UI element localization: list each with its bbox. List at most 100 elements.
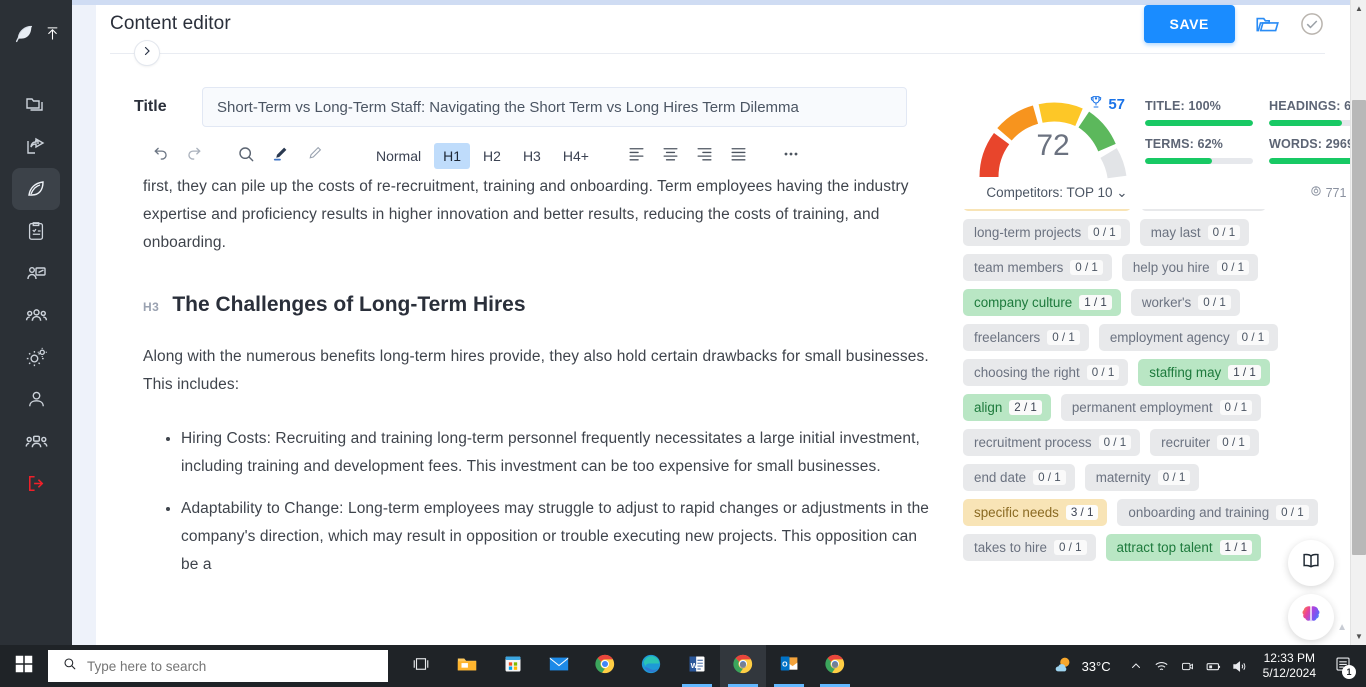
- editor-toolbar: Normal H1 H2 H3 H4+: [96, 127, 951, 175]
- keyword-count: 0 / 1: [1217, 435, 1250, 450]
- style-h2[interactable]: H2: [474, 143, 510, 169]
- mail-button[interactable]: [536, 645, 582, 687]
- keyword-count: 1 / 1: [1219, 540, 1253, 555]
- sidebar-item-share[interactable]: [12, 126, 60, 168]
- weather-temperature: 33°C: [1081, 658, 1111, 674]
- sidebar-item-media[interactable]: [12, 252, 60, 294]
- file-explorer-icon: [456, 653, 478, 680]
- trophy-icon: [1088, 94, 1104, 115]
- keyword-tag-cut-2[interactable]: [1141, 209, 1266, 211]
- competitors-dropdown[interactable]: Competitors: TOP 10 ⌄: [967, 185, 1147, 201]
- keyword-tag[interactable]: help you hire 0 / 1: [1121, 254, 1259, 281]
- trophy-value: 57: [1108, 96, 1125, 113]
- redo-button[interactable]: [177, 141, 211, 171]
- chrome-button[interactable]: [582, 645, 628, 687]
- undo-button[interactable]: [143, 141, 177, 171]
- keyword-tag[interactable]: attract top talent 1 / 1: [1105, 534, 1262, 561]
- task-view-button[interactable]: [398, 645, 444, 687]
- chrome-2-button[interactable]: [812, 645, 858, 687]
- keyword-tag[interactable]: choosing the right 0 / 1: [963, 359, 1129, 386]
- guide-button[interactable]: [1288, 540, 1334, 586]
- keyword-tag[interactable]: staffing may 1 / 1: [1138, 359, 1270, 386]
- window-scrollbar[interactable]: ▲ ▼: [1350, 0, 1366, 645]
- show-hidden-icons-button[interactable]: [1123, 645, 1149, 687]
- wifi-icon[interactable]: [1149, 645, 1175, 687]
- chrome-active-button[interactable]: [720, 645, 766, 687]
- screen: Content editor SAVE Title Short-Term vs …: [0, 0, 1366, 687]
- more-options-button[interactable]: [774, 141, 808, 171]
- style-h1[interactable]: H1: [434, 143, 471, 169]
- start-button[interactable]: [0, 645, 48, 687]
- scroll-up-button[interactable]: ▲: [1351, 0, 1366, 17]
- style-normal[interactable]: Normal: [367, 143, 430, 169]
- outlook-button[interactable]: O: [766, 645, 812, 687]
- weather-widget[interactable]: 33°C: [1051, 654, 1123, 679]
- check-circle-icon[interactable]: [1299, 11, 1325, 37]
- word-button[interactable]: W: [674, 645, 720, 687]
- align-left-icon: [627, 144, 646, 168]
- sidebar-item-projects[interactable]: [12, 84, 60, 126]
- sidebar-item-audience[interactable]: [12, 294, 60, 336]
- feather-logo-icon[interactable]: [13, 23, 35, 50]
- file-explorer-button[interactable]: [444, 645, 490, 687]
- align-right-button[interactable]: [688, 141, 722, 171]
- keyword-tag[interactable]: company culture 1 / 1: [963, 289, 1121, 316]
- keyword-tag[interactable]: team members 0 / 1: [963, 254, 1112, 281]
- keyword-tag[interactable]: worker's 0 / 1: [1130, 289, 1240, 316]
- keyword-tag[interactable]: takes to hire 0 / 1: [963, 534, 1096, 561]
- title-input[interactable]: [202, 87, 907, 127]
- heading-level-tag: H3: [143, 300, 160, 314]
- marker-button[interactable]: [263, 141, 297, 171]
- volume-icon[interactable]: [1227, 645, 1253, 687]
- camera-icon[interactable]: [1175, 645, 1201, 687]
- taskbar-search[interactable]: [48, 650, 388, 682]
- keyword-tag[interactable]: align 2 / 1: [963, 394, 1051, 421]
- keyword-count: 0 / 1: [1098, 435, 1132, 450]
- notifications-button[interactable]: 1: [1326, 645, 1360, 687]
- microsoft-store-button[interactable]: [490, 645, 536, 687]
- keyword-tag[interactable]: maternity 0 / 1: [1084, 464, 1200, 491]
- keyword-tag[interactable]: specific needs 3 / 1: [963, 499, 1108, 526]
- sidebar-item-settings[interactable]: [12, 336, 60, 378]
- keyword-tag[interactable]: permanent employment 0 / 1: [1060, 394, 1262, 421]
- ai-assistant-button[interactable]: [1288, 594, 1334, 640]
- keyword-count: 0 / 1: [1157, 470, 1191, 485]
- keyword-count: 0 / 1: [1216, 260, 1250, 275]
- search-input[interactable]: [87, 658, 337, 674]
- folder-open-icon[interactable]: [1253, 11, 1281, 37]
- sidebar-item-tasks[interactable]: [12, 210, 60, 252]
- sidebar-item-team[interactable]: [12, 420, 60, 462]
- keyword-tag[interactable]: end date 0 / 1: [963, 464, 1075, 491]
- keyword-tag[interactable]: freelancers 0 / 1: [963, 324, 1089, 351]
- scroll-down-button[interactable]: ▼: [1351, 628, 1366, 645]
- scrollbar-thumb[interactable]: [1352, 100, 1366, 555]
- align-left-button[interactable]: [620, 141, 654, 171]
- keyword-tag[interactable]: employment agency 0 / 1: [1098, 324, 1279, 351]
- target-value: 771: [1325, 186, 1347, 201]
- edge-button[interactable]: [628, 645, 674, 687]
- keyword-text: worker's: [1141, 295, 1192, 310]
- keyword-count: 0 / 1: [1236, 330, 1270, 345]
- editor-column: Title Short-Term vs Long-Term Staff: Nav…: [96, 63, 987, 645]
- keyword-tag-cut-1[interactable]: [963, 209, 1131, 211]
- document-body[interactable]: first, they can pile up the costs of re-…: [143, 175, 933, 645]
- keyword-tag[interactable]: recruiter 0 / 1: [1150, 429, 1259, 456]
- style-h3[interactable]: H3: [514, 143, 550, 169]
- keyword-tag[interactable]: onboarding and training 0 / 1: [1117, 499, 1318, 526]
- align-justify-button[interactable]: [722, 141, 756, 171]
- keyword-tag[interactable]: recruitment process 0 / 1: [963, 429, 1141, 456]
- keyword-text: takes to hire: [974, 540, 1047, 555]
- save-button[interactable]: SAVE: [1143, 5, 1235, 43]
- search-button[interactable]: [229, 141, 263, 171]
- taskbar-clock[interactable]: 12:33 PM 5/12/2024: [1253, 651, 1326, 681]
- keyword-tag[interactable]: may last 0 / 1: [1139, 219, 1250, 246]
- pin-top-icon[interactable]: [45, 26, 60, 46]
- align-center-button[interactable]: [654, 141, 688, 171]
- sidebar-item-logout[interactable]: [12, 462, 60, 504]
- style-h4plus[interactable]: H4+: [554, 143, 598, 169]
- battery-icon[interactable]: [1201, 645, 1227, 687]
- highlighter-button[interactable]: [297, 141, 331, 171]
- keyword-tag[interactable]: long-term projects 0 / 1: [963, 219, 1130, 246]
- sidebar-item-content-editor[interactable]: [12, 168, 60, 210]
- sidebar-item-account[interactable]: [12, 378, 60, 420]
